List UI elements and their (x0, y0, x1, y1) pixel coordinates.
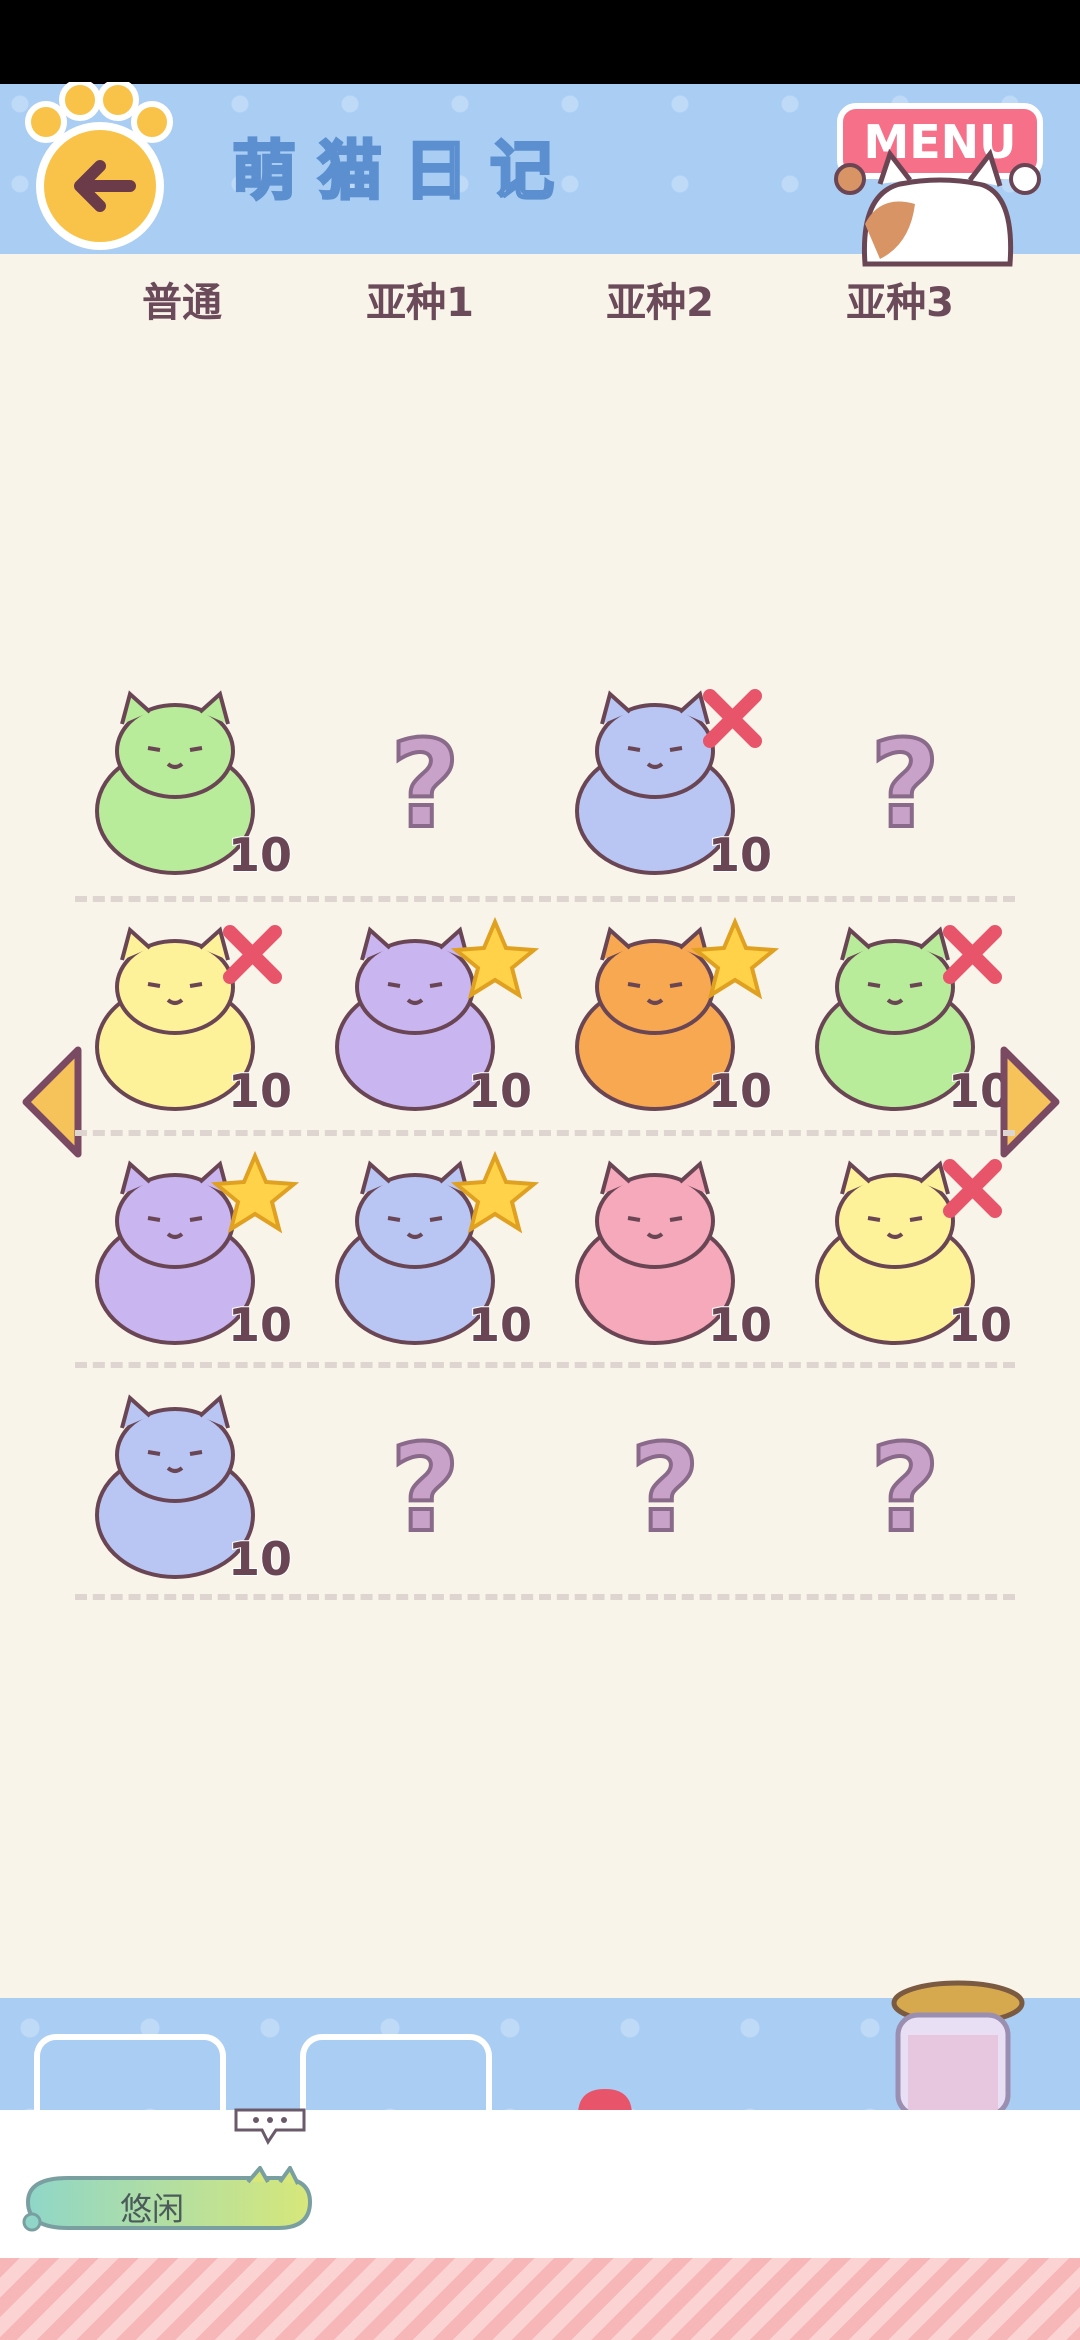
cat-count: 10 (707, 1063, 773, 1119)
row-divider (75, 896, 1015, 902)
next-page-arrow-icon[interactable] (994, 1042, 1064, 1162)
speech-bubble-icon (234, 2108, 306, 2145)
unknown-cat-slot[interactable]: ? (790, 676, 1020, 886)
back-paw-button[interactable] (18, 82, 178, 252)
cat-slot-pirate-cat-green[interactable]: 10 (70, 676, 300, 886)
cat-count: 10 (707, 1297, 773, 1353)
variant-tabs: 普通 亚种1 亚种2 亚种3 (0, 270, 1080, 340)
cat-slot-fat-cat-yellow[interactable]: 10 (70, 912, 300, 1122)
status-bar (0, 0, 1080, 84)
question-mark-icon: ? (390, 1420, 460, 1559)
question-mark-icon: ? (630, 1420, 700, 1559)
unknown-cat-slot[interactable]: ? (550, 1380, 780, 1590)
menu-button[interactable]: MENU (820, 84, 1050, 274)
cat-slot-sumo-cat-orange[interactable]: 10 (550, 912, 780, 1122)
cat-count: 10 (227, 1297, 293, 1353)
cross-badge-icon (703, 689, 762, 748)
cat-count: 10 (227, 1063, 293, 1119)
cat-count: 10 (707, 827, 773, 883)
cat-slot-fat-cat-green[interactable]: 10 (790, 912, 1020, 1122)
cat-count: 10 (947, 1297, 1013, 1353)
page-title: 萌猫日记 (231, 134, 576, 211)
cat-slot-chef-cat-pink[interactable]: 10 (550, 1146, 780, 1356)
cat-count: 10 (227, 827, 293, 883)
cross-badge-icon (943, 1159, 1002, 1218)
cat-slot-chef-cat-yellow[interactable]: 10 (790, 1146, 1020, 1356)
row-divider (75, 1362, 1015, 1368)
cross-badge-icon (223, 925, 282, 984)
treat-jar-icon[interactable] (868, 1975, 1038, 2115)
striped-footer (0, 2258, 1080, 2340)
unknown-cat-slot[interactable]: ? (310, 1380, 540, 1590)
question-mark-icon: ? (390, 716, 460, 855)
cat-slot-pirate-cat-blue[interactable]: 10 (550, 676, 780, 886)
cat-count: 10 (227, 1531, 293, 1587)
row-divider (75, 1594, 1015, 1600)
unknown-cat-slot[interactable]: ? (790, 1380, 1020, 1590)
previous-page-arrow-icon[interactable] (18, 1042, 88, 1162)
tab-variant-3[interactable]: 亚种3 (780, 270, 1020, 328)
question-mark-icon: ? (870, 716, 940, 855)
cat-slot-chef-cat-blue[interactable]: 10 (310, 1146, 540, 1356)
cat-slot-sleeping-cat-blue[interactable]: 10 (70, 1380, 300, 1590)
cat-slot-chef-cat-purple[interactable]: 10 (70, 1146, 300, 1356)
tab-variant-1[interactable]: 亚种1 (300, 270, 540, 328)
tab-variant-2[interactable]: 亚种2 (540, 270, 780, 328)
row-divider (75, 1130, 1015, 1136)
cat-slot-sumo-cat-purple[interactable]: 10 (310, 912, 540, 1122)
question-mark-icon: ? (870, 1420, 940, 1559)
cat-count: 10 (467, 1063, 533, 1119)
cat-count: 10 (467, 1297, 533, 1353)
cross-badge-icon (943, 925, 1002, 984)
idle-status-label: 悠闲 (120, 2190, 185, 2228)
unknown-cat-slot[interactable]: ? (310, 676, 540, 886)
tab-normal[interactable]: 普通 (62, 270, 302, 328)
